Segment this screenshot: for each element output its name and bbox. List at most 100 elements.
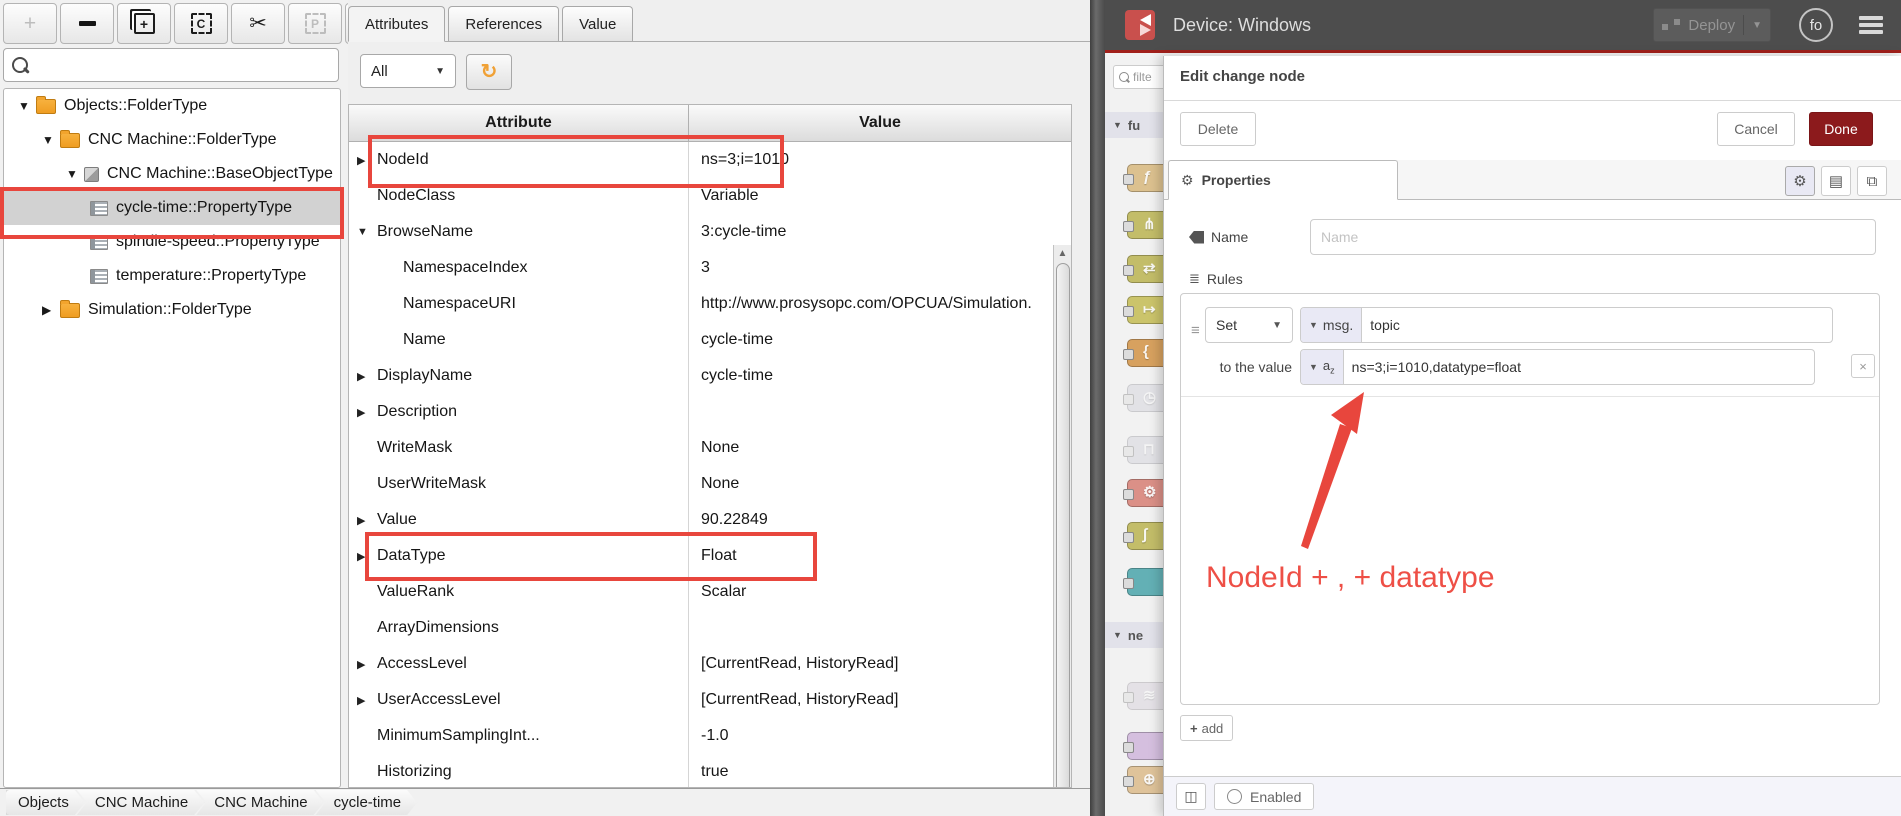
teal-node[interactable] <box>1123 568 1163 596</box>
tree-item-objects-foldertype[interactable]: ▼ Objects::FolderType <box>4 89 340 123</box>
expander-icon[interactable]: ▶ <box>357 406 377 419</box>
tree-item-temperature-propertytype[interactable]: temperature::PropertyType <box>4 259 340 293</box>
breadcrumb-cycle-time[interactable]: cycle-time <box>316 790 418 815</box>
expander-icon[interactable]: ▶ <box>357 514 377 527</box>
function-node[interactable]: ƒ <box>1123 164 1163 192</box>
delay-node[interactable]: ◷ <box>1123 384 1163 412</box>
description-icon-button[interactable]: ▤ <box>1821 166 1851 196</box>
tree-item-cnc-machine-foldertype[interactable]: ▼ CNC Machine::FolderType <box>4 123 340 157</box>
remove-rule-button[interactable]: × <box>1851 354 1875 378</box>
attribute-filter-select[interactable]: All ▼ <box>360 54 456 88</box>
menu-icon[interactable] <box>1859 16 1883 34</box>
expander-icon[interactable]: ▶ <box>42 303 60 317</box>
book-icon: ◫ <box>1184 788 1198 804</box>
attribute-row-minimumsamplingint[interactable]: MinimumSamplingInt... -1.0 <box>349 718 1071 754</box>
palette-filter-placeholder: filte <box>1133 70 1152 84</box>
attribute-row-datatype[interactable]: ▶ DataType Float <box>349 538 1071 574</box>
tab-properties[interactable]: ⚙ Properties <box>1168 160 1398 200</box>
scrollbar-thumb[interactable] <box>1056 263 1070 787</box>
search-input[interactable] <box>34 55 338 75</box>
palette-filter-box[interactable]: filte <box>1113 65 1163 89</box>
attribute-row-userwritemask[interactable]: UserWriteMask None <box>349 466 1071 502</box>
tree-item-cnc-machine-baseobjecttype[interactable]: ▼ CNC Machine::BaseObjectType <box>4 157 340 191</box>
rules-container: ≡ Set ▼ ▼ msg. topic to the value ▼ az n… <box>1180 293 1880 705</box>
attribute-row-description[interactable]: ▶ Description <box>349 394 1071 430</box>
breadcrumb-cnc-machine[interactable]: CNC Machine <box>77 790 204 815</box>
mqtt-node[interactable] <box>1123 732 1163 760</box>
attribute-row-nodeclass[interactable]: NodeClass Variable <box>349 178 1071 214</box>
tree-item-spindle-speed-propertytype[interactable]: spindle-speed::PropertyType <box>4 225 340 259</box>
delete-button[interactable]: Delete <box>1180 112 1256 146</box>
attribute-row-arraydimensions[interactable]: ArrayDimensions <box>349 610 1071 646</box>
attribute-row-browsename[interactable]: ▼ BrowseName 3:cycle-time <box>349 214 1071 250</box>
expander-icon[interactable]: ▶ <box>357 694 377 707</box>
template-node[interactable]: { <box>1123 339 1163 367</box>
tree-item-cycle-time-propertytype[interactable]: cycle-time::PropertyType <box>4 191 340 225</box>
cut-button[interactable]: ✂ <box>231 3 285 44</box>
tab-attributes[interactable]: Attributes <box>348 6 446 42</box>
attribute-row-historizing[interactable]: Historizing true <box>349 754 1071 787</box>
tab-value[interactable]: Value <box>562 6 634 41</box>
typed-input-prefix-string[interactable]: ▼ az <box>1301 350 1344 384</box>
attributes-scrollbar[interactable]: ▲ ▼ <box>1053 245 1071 787</box>
attribute-row-valuerank[interactable]: ValueRank Scalar <box>349 574 1071 610</box>
tree-search-box[interactable] <box>3 48 339 82</box>
attribute-row-value[interactable]: ▶ Value 90.22849 <box>349 502 1071 538</box>
refresh-button[interactable]: ↻ <box>466 54 512 90</box>
drag-handle-icon[interactable]: ≡ <box>1191 322 1200 339</box>
rule-action-select[interactable]: Set ▼ <box>1205 307 1293 343</box>
attribute-row-name[interactable]: Name cycle-time <box>349 322 1071 358</box>
filter-node[interactable]: ∫ <box>1123 522 1163 550</box>
tab-references[interactable]: References <box>448 6 560 41</box>
attribute-value: http://www.prosysopc.com/OPCUA/Simulatio… <box>701 295 1032 312</box>
node-port <box>1123 692 1134 703</box>
expander-icon[interactable]: ▼ <box>357 226 377 238</box>
expander-icon[interactable]: ▼ <box>18 99 36 113</box>
add-rule-button[interactable]: + add <box>1180 715 1234 741</box>
expander-icon[interactable]: ▶ <box>357 154 377 167</box>
user-badge[interactable]: fo <box>1799 8 1833 42</box>
http-request-node[interactable]: ⊕ <box>1123 766 1163 794</box>
palette-category-function[interactable]: ▼ fu <box>1105 112 1163 138</box>
expander-icon[interactable]: ▶ <box>357 658 377 671</box>
range-node[interactable]: ↦ <box>1123 296 1163 324</box>
attribute-row-namespaceuri[interactable]: NamespaceURI http://www.prosysopc.com/OPC… <box>349 286 1071 322</box>
rule-value-input[interactable]: ▼ az ns=3;i=1010,datatype=float <box>1300 349 1815 385</box>
attribute-row-useraccesslevel[interactable]: ▶ UserAccessLevel [CurrentRead, HistoryRea… <box>349 682 1071 718</box>
attribute-row-namespaceindex[interactable]: NamespaceIndex 3 <box>349 250 1071 286</box>
done-button[interactable]: Done <box>1809 112 1873 146</box>
docs-button[interactable]: ◫ <box>1176 783 1206 810</box>
typed-input-prefix-msg[interactable]: ▼ msg. <box>1301 308 1363 342</box>
switch-node[interactable]: ⋔ <box>1123 211 1163 239</box>
scroll-up-icon[interactable]: ▲ <box>1054 245 1071 261</box>
new-object-button[interactable]: + <box>117 3 171 44</box>
exec-node[interactable]: ⚙ <box>1123 479 1163 507</box>
attribute-row-writemask[interactable]: WriteMask None <box>349 430 1071 466</box>
trigger-node[interactable]: ⊓ <box>1123 436 1163 464</box>
breadcrumb-objects[interactable]: Objects <box>6 790 85 815</box>
name-input[interactable] <box>1310 219 1876 255</box>
attribute-row-displayname[interactable]: ▶ DisplayName cycle-time <box>349 358 1071 394</box>
chevron-down-icon[interactable]: ▼ <box>1752 20 1762 31</box>
change-node[interactable]: ⇄ <box>1123 255 1163 283</box>
tree-item-simulation-foldertype[interactable]: ▶ Simulation::FolderType <box>4 293 340 327</box>
expander-icon[interactable]: ▶ <box>357 550 377 563</box>
copy-button[interactable]: C <box>174 3 228 44</box>
remove-button[interactable] <box>60 3 114 44</box>
expander-icon[interactable]: ▶ <box>357 370 377 383</box>
breadcrumb-cnc-machine[interactable]: CNC Machine <box>196 790 323 815</box>
appearance-icon-button[interactable]: ⧉ <box>1857 166 1887 196</box>
attribute-name: UserAccessLevel <box>377 691 501 708</box>
attribute-row-nodeid[interactable]: ▶ NodeId ns=3;i=1010 <box>349 142 1071 178</box>
cancel-button[interactable]: Cancel <box>1717 112 1795 146</box>
properties-icon-button[interactable]: ⚙ <box>1785 166 1815 196</box>
expander-icon[interactable]: ▼ <box>66 167 84 181</box>
signal-node[interactable]: ≋ <box>1123 682 1163 710</box>
expander-icon[interactable]: ▼ <box>42 133 60 147</box>
rule-property-input[interactable]: ▼ msg. topic <box>1300 307 1833 343</box>
attribute-row-accesslevel[interactable]: ▶ AccessLevel [CurrentRead, HistoryRead] <box>349 646 1071 682</box>
enabled-toggle[interactable]: Enabled <box>1214 783 1315 810</box>
deploy-button[interactable]: Deploy ▼ <box>1653 8 1771 42</box>
attribute-value: cycle-time <box>701 331 774 348</box>
palette-category-network[interactable]: ▼ ne <box>1105 622 1163 648</box>
